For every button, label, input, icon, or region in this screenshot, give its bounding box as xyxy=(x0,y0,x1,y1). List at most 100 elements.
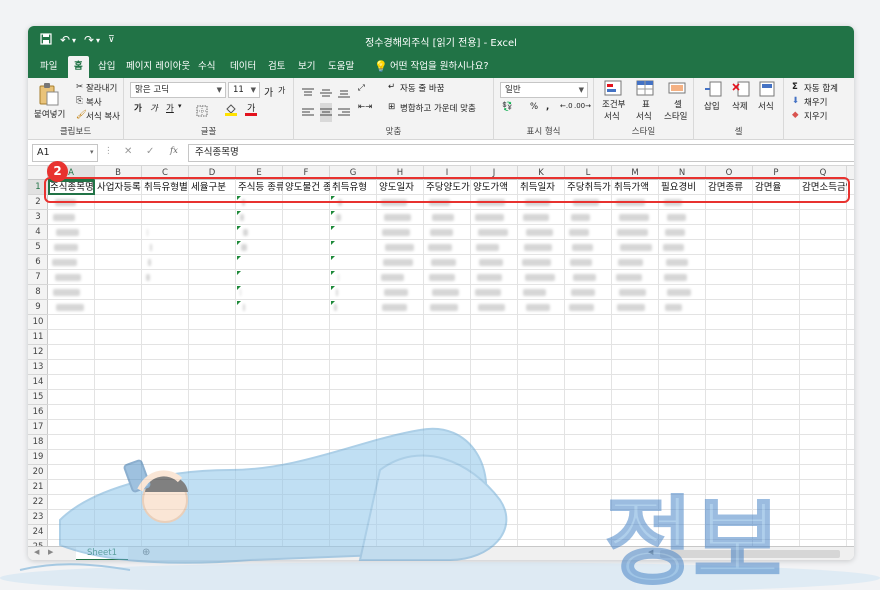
cell-styles-button[interactable]: 셀 xyxy=(674,98,682,110)
decrease-decimal-icon[interactable]: .00→ xyxy=(574,102,591,110)
italic-button[interactable]: 가 xyxy=(150,102,158,114)
row-header-21[interactable]: 21 xyxy=(28,480,48,495)
font-size-combo[interactable]: 11 ▼ xyxy=(228,82,260,98)
error-indicator-icon[interactable] xyxy=(237,256,241,260)
row-header-13[interactable]: 13 xyxy=(28,360,48,375)
align-middle-icon[interactable] xyxy=(320,83,332,102)
fill-icon[interactable]: ⬇ xyxy=(792,96,799,106)
orientation-icon[interactable]: ⤢ xyxy=(358,83,365,93)
prev-sheet-icon[interactable]: ◀ xyxy=(34,548,39,556)
tab-file[interactable]: 파일 xyxy=(34,56,63,78)
error-indicator-icon[interactable] xyxy=(237,226,241,230)
row-header-18[interactable]: 18 xyxy=(28,435,48,450)
fill-button[interactable]: 채우기 xyxy=(804,96,827,108)
tab-page-layout[interactable]: 페이지 레이아웃 xyxy=(120,56,196,78)
row-header-20[interactable]: 20 xyxy=(28,465,48,480)
autosum-button[interactable]: 자동 합계 xyxy=(804,82,838,94)
insert-cells-icon[interactable] xyxy=(704,80,722,102)
format-cells-icon[interactable] xyxy=(758,80,776,102)
delete-cells-button[interactable]: 삭제 xyxy=(732,100,748,112)
number-format-combo[interactable]: 일반 ▼ xyxy=(500,82,588,98)
tab-insert[interactable]: 삽입 xyxy=(92,56,121,78)
error-indicator-icon[interactable] xyxy=(331,271,335,275)
insert-cells-button[interactable]: 삽입 xyxy=(704,100,720,112)
align-bottom-icon[interactable] xyxy=(338,83,350,102)
cancel-icon[interactable]: ✕ xyxy=(124,146,132,157)
row-header-7[interactable]: 7 xyxy=(28,270,48,285)
scroll-left-icon[interactable]: ◀ xyxy=(648,548,653,556)
tab-data[interactable]: 데이터 xyxy=(224,56,262,78)
bold-button[interactable]: 가 xyxy=(134,102,142,114)
next-sheet-icon[interactable]: ▶ xyxy=(48,548,53,556)
error-indicator-icon[interactable] xyxy=(237,301,241,305)
name-box[interactable]: A1 xyxy=(32,144,98,162)
error-indicator-icon[interactable] xyxy=(237,241,241,245)
fx-icon[interactable]: fx xyxy=(170,146,178,156)
delete-cells-icon[interactable] xyxy=(732,80,750,102)
clear-icon[interactable]: ◆ xyxy=(792,110,799,120)
font-name-combo[interactable]: 맑은 고딕 ▼ xyxy=(130,82,226,98)
row-header-4[interactable]: 4 xyxy=(28,225,48,240)
merge-center-button[interactable]: 병합하고 가운데 맞춤 xyxy=(400,102,476,114)
add-sheet-icon[interactable]: ⊕ xyxy=(142,547,150,558)
cut-button[interactable]: 잘라내기 xyxy=(86,82,117,94)
error-indicator-icon[interactable] xyxy=(331,241,335,245)
name-box-dropdown-icon[interactable]: ▾ xyxy=(90,148,94,156)
align-center-icon[interactable] xyxy=(320,103,332,122)
align-top-icon[interactable] xyxy=(302,83,314,102)
indent-icon[interactable]: ⇤⇥ xyxy=(358,102,372,112)
conditional-format-icon[interactable] xyxy=(604,80,622,100)
row-header-12[interactable]: 12 xyxy=(28,345,48,360)
underline-dropdown-icon[interactable]: ▾ xyxy=(178,102,182,110)
error-indicator-icon[interactable] xyxy=(331,286,335,290)
tab-home[interactable]: 홈 xyxy=(68,56,89,78)
paste-icon[interactable] xyxy=(38,82,60,110)
tab-review[interactable]: 검토 xyxy=(262,56,291,78)
error-indicator-icon[interactable] xyxy=(237,271,241,275)
row-header-10[interactable]: 10 xyxy=(28,315,48,330)
format-cells-button[interactable]: 서식 xyxy=(758,100,774,112)
row-header-19[interactable]: 19 xyxy=(28,450,48,465)
align-right-icon[interactable] xyxy=(338,103,350,122)
tab-formulas[interactable]: 수식 xyxy=(192,56,221,78)
tab-view[interactable]: 보기 xyxy=(292,56,321,78)
shrink-font-button[interactable]: 가 xyxy=(278,85,285,96)
autosum-icon[interactable]: Σ xyxy=(792,82,798,92)
format-table-icon[interactable] xyxy=(636,80,654,100)
font-color-icon[interactable]: 가 xyxy=(244,101,258,120)
wrap-text-button[interactable]: 자동 줄 바꿈 xyxy=(400,82,445,94)
sheet-tab-sheet1[interactable]: Sheet1 xyxy=(76,547,128,560)
row-header-6[interactable]: 6 xyxy=(28,255,48,270)
row-header-5[interactable]: 5 xyxy=(28,240,48,255)
error-indicator-icon[interactable] xyxy=(331,211,335,215)
error-indicator-icon[interactable] xyxy=(331,301,335,305)
tab-help[interactable]: 도움말 xyxy=(322,56,360,78)
row-header-14[interactable]: 14 xyxy=(28,375,48,390)
error-indicator-icon[interactable] xyxy=(331,256,335,260)
row-header-3[interactable]: 3 xyxy=(28,210,48,225)
merge-icon[interactable]: ⊞ xyxy=(388,102,395,112)
clear-button[interactable]: 지우기 xyxy=(804,110,827,122)
formula-input[interactable]: 주식종목명 xyxy=(188,144,854,162)
currency-icon[interactable]: 💱 xyxy=(502,102,513,112)
tell-me-box[interactable]: 어떤 작업을 원하시나요? xyxy=(384,56,494,78)
wrap-text-icon[interactable]: ↵ xyxy=(388,82,395,92)
underline-button[interactable]: 가 xyxy=(166,102,174,114)
row-header-8[interactable]: 8 xyxy=(28,285,48,300)
row-header-17[interactable]: 17 xyxy=(28,420,48,435)
align-left-icon[interactable] xyxy=(302,103,314,122)
fill-color-icon[interactable] xyxy=(224,101,238,120)
error-indicator-icon[interactable] xyxy=(331,226,335,230)
increase-decimal-icon[interactable]: ←.0 xyxy=(560,102,573,110)
cut-icon[interactable]: ✂ xyxy=(76,82,83,92)
error-indicator-icon[interactable] xyxy=(237,211,241,215)
percent-button[interactable]: % xyxy=(530,102,538,112)
row-header-24[interactable]: 24 xyxy=(28,525,48,540)
copy-icon[interactable]: ⎘ xyxy=(76,96,83,106)
error-indicator-icon[interactable] xyxy=(237,286,241,290)
row-header-15[interactable]: 15 xyxy=(28,390,48,405)
row-header-23[interactable]: 23 xyxy=(28,510,48,525)
enter-icon[interactable]: ✓ xyxy=(146,146,154,157)
horizontal-scrollbar[interactable] xyxy=(660,550,840,558)
format-painter-button[interactable]: 서식 복사 xyxy=(86,110,120,122)
